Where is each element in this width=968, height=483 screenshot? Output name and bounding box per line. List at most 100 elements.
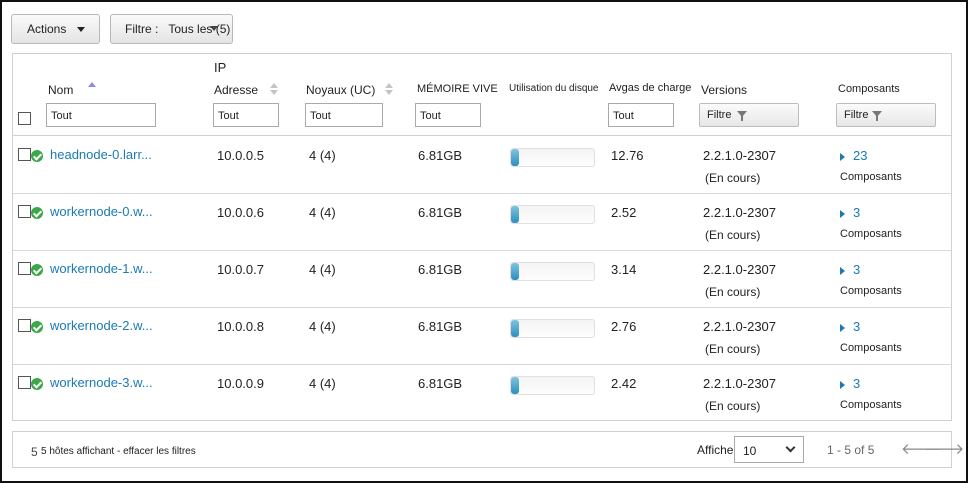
expand-arrow-icon[interactable]	[840, 153, 845, 161]
load-filter-input[interactable]: Tout	[608, 103, 674, 127]
status-ok-icon	[31, 150, 43, 162]
column-header-ip: IP	[214, 60, 227, 75]
filter-summary-link[interactable]: 5 hôtes affichant - effacer les filtres	[41, 446, 196, 457]
row-checkbox[interactable]	[18, 148, 31, 161]
components-count-link[interactable]: 3	[853, 262, 860, 277]
ip-address: 10.0.0.9	[217, 376, 264, 391]
status-ok-icon	[31, 321, 43, 333]
column-header-versions[interactable]: Versions	[701, 83, 747, 97]
memory-filter-input[interactable]: Tout	[415, 103, 481, 127]
hosts-table: Nom Tout IP Adresse Tout Noyaux (UC) Tou…	[12, 53, 952, 421]
load-value: 3.14	[611, 262, 637, 277]
version-status: (En cours)	[705, 228, 761, 242]
table-row: workernode-3.w... 10.0.0.9 4 (4) 6.81GB 2.42…	[13, 365, 951, 422]
cores-value: 4 (4)	[309, 319, 336, 334]
row-checkbox[interactable]	[18, 205, 31, 218]
select-all-checkbox[interactable]	[18, 112, 31, 125]
chevron-down-icon	[785, 442, 796, 453]
table-row: workernode-0.w... 10.0.0.6 4 (4) 6.81GB 2.52…	[13, 194, 951, 251]
funnel-icon	[737, 111, 747, 121]
components-label: Composants	[840, 228, 902, 240]
expand-arrow-icon[interactable]	[840, 381, 845, 389]
host-name-link[interactable]: workernode-3.w...	[50, 375, 168, 390]
version-status: (En cours)	[705, 342, 761, 356]
host-name-link[interactable]: headnode-0.larr...	[50, 147, 168, 162]
disk-usage-bar	[510, 148, 595, 167]
components-filter-label: Filtre	[844, 109, 869, 121]
version-value: 2.2.1.0-2307	[703, 148, 777, 163]
column-header-load[interactable]: Avgas de charge	[609, 82, 691, 94]
components-label: Composants	[840, 285, 902, 297]
column-header-disk[interactable]: Utilisation du disque	[509, 83, 599, 94]
disk-usage-bar	[510, 262, 595, 281]
table-row: headnode-0.larr... 10.0.0.5 4 (4) 6.81GB 12.…	[13, 137, 951, 194]
sort-ascending-icon[interactable]	[88, 82, 96, 87]
load-value: 2.42	[611, 376, 637, 391]
memory-value: 6.81GB	[418, 376, 463, 391]
components-label: Composants	[840, 171, 902, 183]
disk-usage-fill	[511, 320, 519, 337]
ip-address: 10.0.0.6	[217, 205, 264, 220]
ip-address: 10.0.0.7	[217, 262, 264, 277]
sort-icon[interactable]	[270, 83, 278, 95]
page-size-value: 10	[743, 444, 757, 458]
disk-usage-fill	[511, 149, 519, 166]
filter-dropdown[interactable]: Filtre : Tous les (5)	[110, 14, 233, 44]
load-value: 2.52	[611, 205, 637, 220]
caret-down-icon	[210, 26, 218, 31]
table-footer: 5 5 hôtes affichant - effacer les filtre…	[12, 431, 964, 468]
row-checkbox[interactable]	[18, 262, 31, 275]
components-count-link[interactable]: 3	[853, 376, 860, 391]
table-row: workernode-2.w... 10.0.0.8 4 (4) 6.81GB 2.76…	[13, 308, 951, 365]
cores-value: 4 (4)	[309, 205, 336, 220]
column-header-name[interactable]: Nom	[48, 83, 73, 97]
expand-arrow-icon[interactable]	[840, 210, 845, 218]
versions-filter-label: Filtre	[707, 109, 732, 121]
row-checkbox[interactable]	[18, 376, 31, 389]
cores-value: 4 (4)	[309, 262, 336, 277]
column-header-ip-address[interactable]: Adresse	[214, 83, 258, 97]
host-count: 5	[31, 445, 38, 459]
cores-filter-input[interactable]: Tout	[305, 103, 383, 127]
host-name-link[interactable]: workernode-1.w...	[50, 261, 168, 276]
components-count-link[interactable]: 23	[853, 148, 867, 163]
cores-value: 4 (4)	[309, 376, 336, 391]
arrow-right-icon[interactable]: 🡒	[924, 442, 964, 457]
column-header-components[interactable]: Composants	[838, 83, 900, 95]
memory-value: 6.81GB	[418, 205, 463, 220]
version-status: (En cours)	[705, 285, 761, 299]
version-status: (En cours)	[705, 171, 761, 185]
components-count-link[interactable]: 3	[853, 205, 860, 220]
version-value: 2.2.1.0-2307	[703, 205, 777, 220]
sort-icon[interactable]	[385, 83, 393, 95]
memory-value: 6.81GB	[418, 262, 463, 277]
filter-value: Tous les (5)	[168, 22, 231, 36]
status-ok-icon	[31, 378, 43, 390]
actions-label: Actions	[27, 22, 67, 36]
disk-usage-fill	[511, 206, 519, 223]
cores-value: 4 (4)	[309, 148, 336, 163]
versions-filter-button[interactable]: Filtre	[699, 103, 799, 127]
status-ok-icon	[31, 207, 43, 219]
expand-arrow-icon[interactable]	[840, 324, 845, 332]
row-checkbox[interactable]	[18, 319, 31, 332]
host-name-link[interactable]: workernode-0.w...	[50, 204, 168, 219]
caret-down-icon	[77, 27, 85, 32]
page-size-select[interactable]: 10	[734, 436, 804, 463]
ip-filter-input[interactable]: Tout	[213, 103, 279, 127]
expand-arrow-icon[interactable]	[840, 267, 845, 275]
disk-usage-fill	[511, 377, 519, 394]
host-name-link[interactable]: workernode-2.w...	[50, 318, 168, 333]
table-row: workernode-1.w... 10.0.0.7 4 (4) 6.81GB 3.14…	[13, 251, 951, 308]
column-header-memory[interactable]: MÉMOIRE VIVE	[417, 83, 498, 95]
components-filter-button[interactable]: Filtre	[836, 103, 936, 127]
name-filter-input[interactable]: Tout	[46, 103, 156, 127]
column-header-cores[interactable]: Noyaux (UC)	[306, 83, 375, 97]
components-label: Composants	[840, 342, 902, 354]
version-status: (En cours)	[705, 399, 761, 413]
status-ok-icon	[31, 264, 43, 276]
components-count-link[interactable]: 3	[853, 319, 860, 334]
ip-address: 10.0.0.8	[217, 319, 264, 334]
actions-button[interactable]: Actions	[11, 14, 100, 44]
filter-label: Filtre :	[125, 22, 159, 36]
